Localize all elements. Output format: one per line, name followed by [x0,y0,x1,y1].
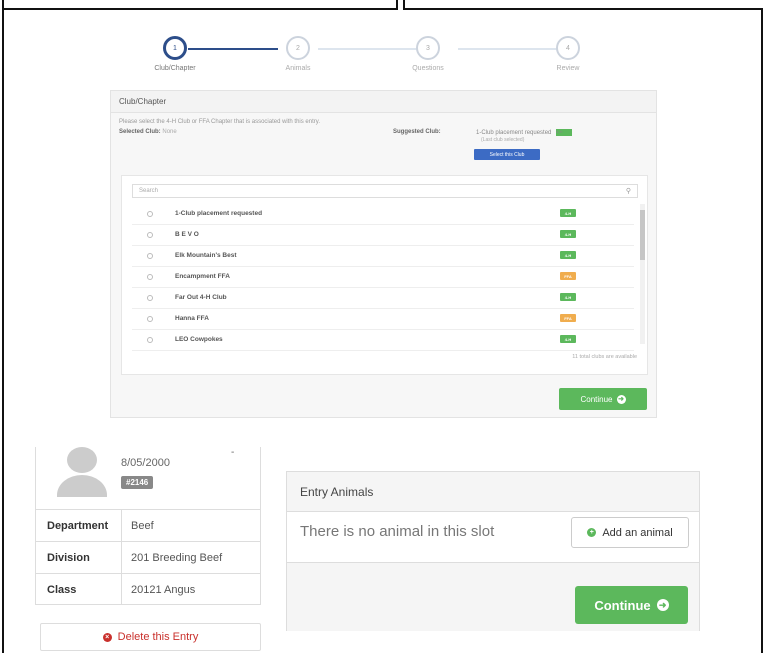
info-key: Division [47,552,90,564]
club-name: Far Out 4-H Club [175,294,227,301]
club-name: Encampment FFA [175,273,230,280]
suggested-club-value: 1-Club placement requested [476,130,552,137]
radio-icon[interactable] [147,337,153,343]
step-dot: 3 [416,36,440,60]
add-animal-button[interactable]: + Add an animal [571,517,689,548]
radio-icon[interactable] [147,274,153,280]
clubs-available-count: 11 total clubs are available [572,354,637,360]
entry-animals-panel: Entry Animals There is no animal in this… [286,471,700,631]
club-type-tag: 4-H [560,335,576,343]
suggested-club-tag: 4-H [556,129,573,136]
frame-top-right [403,0,763,10]
arrow-circle-right-icon: ➜ [656,599,669,611]
panel-title: Club/Chapter [111,91,656,113]
frame-top-left [2,0,398,10]
continue-button[interactable]: Continue ➜ [575,586,688,624]
info-row-class: Class 20121 Angus [36,573,261,605]
radio-icon[interactable] [147,232,153,238]
radio-icon[interactable] [147,253,153,259]
club-name: Hanna FFA [175,315,209,322]
info-key: Department [47,520,109,532]
club-type-tag: FFA [560,272,576,280]
club-type-tag: 4-H [560,209,576,217]
selected-club-value: None [162,129,177,135]
club-row[interactable]: 1-Club placement requested 4-H [132,204,634,225]
scrollbar-thumb[interactable] [640,210,645,260]
club-row[interactable]: Far Out 4-H Club 4-H [132,288,634,309]
wizard-steps: 1 Club/Chapter 2 Animals 3 Questions 4 R… [130,36,650,76]
suggested-club-label: Suggested Club: [393,129,441,135]
suggested-club: 1-Club placement requested 4-H [476,129,573,137]
club-row[interactable]: Elk Mountain's Best 4-H [132,246,634,267]
club-list-box: Search ⚲ 1-Club placement requested 4-H … [121,175,648,375]
cell-divider [121,542,122,573]
continue-label: Continue [580,394,613,404]
step-club-chapter[interactable]: 1 Club/Chapter [130,36,220,72]
search-icon: ⚲ [625,188,631,195]
entry-date: 8/05/2000 [121,457,170,469]
club-row[interactable]: Hanna FFA FFA [132,309,634,330]
club-name: Elk Mountain's Best [175,252,237,259]
radio-icon[interactable] [147,295,153,301]
club-type-tag: 4-H [560,293,576,301]
entry-id-badge: #2146 [121,476,154,489]
radio-icon[interactable] [147,211,153,217]
delete-entry-button[interactable]: × Delete this Entry [40,623,261,651]
times-circle-icon: × [102,632,112,642]
entry-summary-card: 8/05/2000 - #2146 Department Beef Divisi… [35,447,261,605]
club-row[interactable]: Encampment FFA FFA [132,267,634,288]
delete-label: Delete this Entry [117,631,199,643]
club-type-tag: 4-H [560,230,576,238]
arrow-circle-right-icon: ➜ [616,394,626,404]
cell-divider [121,510,122,541]
step-dot: 1 [163,36,187,60]
step-dot: 4 [556,36,580,60]
club-search-input[interactable]: Search ⚲ [132,184,638,198]
step-animals[interactable]: 2 Animals [253,36,343,72]
info-value: 20121 Angus [131,584,196,596]
step-questions[interactable]: 3 Questions [383,36,473,72]
info-value: Beef [131,520,154,532]
cell-divider [121,574,122,605]
info-row-division: Division 201 Breeding Beef [36,541,261,573]
step-label: Animals [285,65,311,72]
club-name: B E V O [175,231,199,238]
step-label: Club/Chapter [154,65,196,72]
select-this-club-button[interactable]: Select this Club [474,149,540,160]
club-type-tag: 4-H [560,251,576,259]
club-type-tag: FFA [560,314,576,322]
club-row[interactable]: LEO Cowpokes 4-H [132,330,634,351]
club-continue-button[interactable]: Continue ➜ [559,388,647,410]
plus-circle-icon: + [587,528,597,537]
frame-left [2,10,4,653]
selected-club: Selected Club: None [119,129,177,135]
info-key: Class [47,584,77,596]
radio-icon[interactable] [147,316,153,322]
search-placeholder: Search [139,188,159,194]
club-name: LEO Cowpokes [175,336,223,343]
step-label: Review [556,65,580,72]
club-name: 1-Club placement requested [175,210,263,217]
panel-title: Entry Animals [287,472,699,512]
step-label: Questions [412,65,444,72]
empty-slot-text: There is no animal in this slot [300,523,495,540]
info-row-department: Department Beef [36,509,261,541]
panel-footer: Continue ➜ [287,562,699,631]
entry-dash: - [231,447,235,458]
club-list-scrollbar[interactable] [640,204,645,344]
step-dot: 2 [286,36,310,60]
avatar-placeholder-icon [54,447,110,497]
club-chapter-panel: Club/Chapter Please select the 4-H Club … [110,90,657,418]
club-row[interactable]: B E V O 4-H [132,225,634,246]
suggested-club-subtext: (Last club selected) [481,137,525,143]
add-animal-label: Add an animal [602,526,673,539]
info-value: 201 Breeding Beef [131,552,223,564]
continue-label: Continue [594,597,651,613]
step-review[interactable]: 4 Review [523,36,613,72]
selected-club-label: Selected Club: [119,129,161,135]
panel-description: Please select the 4-H Club or FFA Chapte… [119,119,320,125]
